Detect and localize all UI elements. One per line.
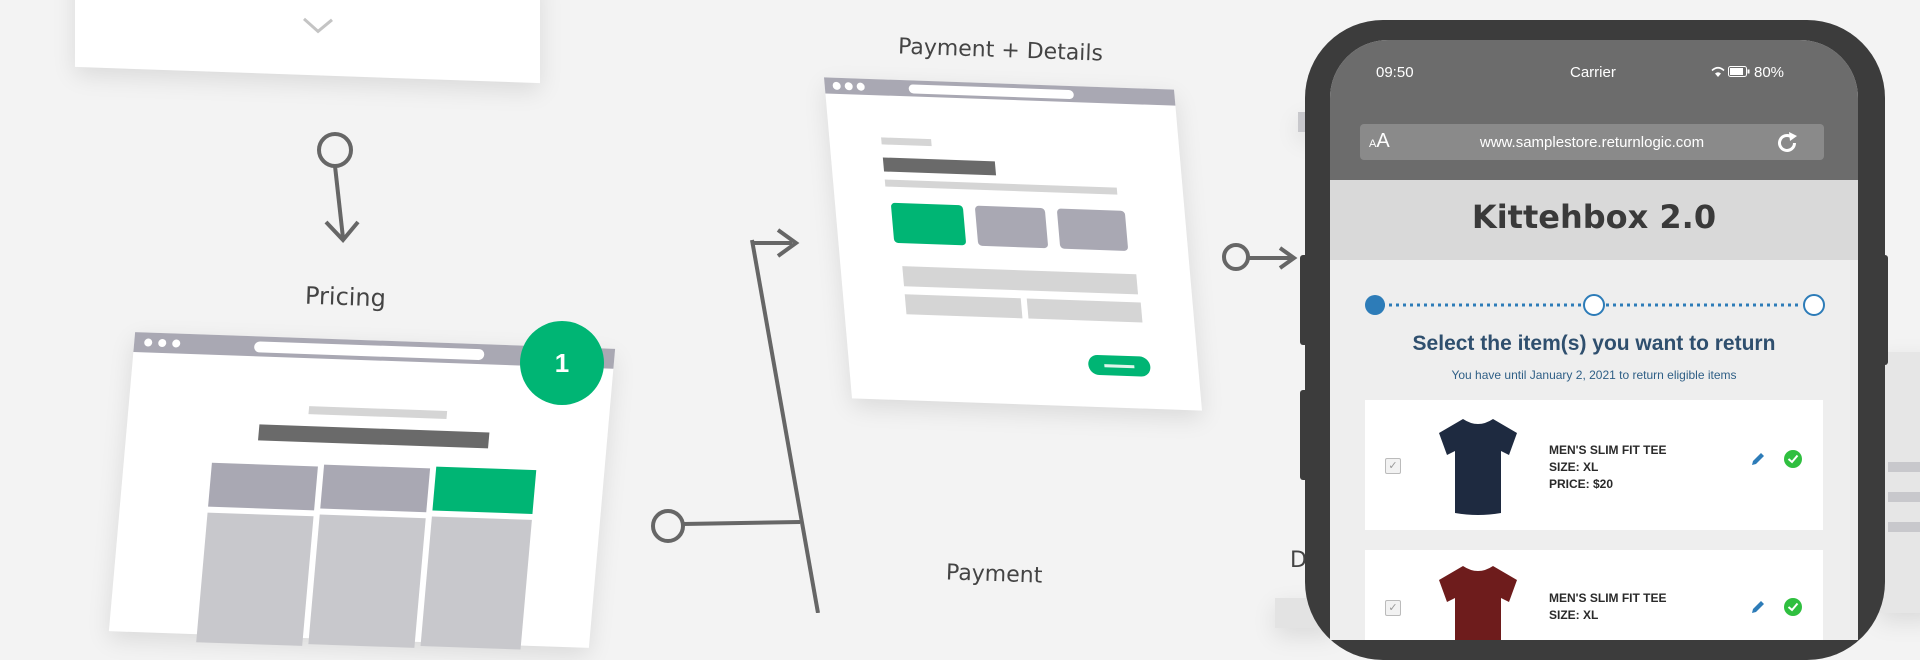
item-checkbox[interactable]: ✓ [1385, 458, 1401, 474]
return-item-card[interactable]: ✓ MEN'S SLIM FIT TEE SIZE: XL PRICE: $20 [1365, 400, 1823, 530]
url-text: www.samplestore.returnlogic.com [1479, 134, 1705, 151]
window-dot [844, 82, 854, 91]
payment-details-wireframe [824, 77, 1202, 411]
item-details: MEN'S SLIM FIT TEE SIZE: XL PRICE: $20 [1549, 442, 1667, 493]
return-heading: Select the item(s) you want to return [1412, 332, 1776, 355]
window-dot [143, 338, 153, 347]
form-field[interactable] [1026, 298, 1143, 323]
step-badge: 1 [520, 321, 604, 405]
option[interactable] [1056, 208, 1129, 252]
placeholder-heading [258, 424, 490, 449]
checkmark-circle-icon [1784, 598, 1802, 616]
return-item-card[interactable]: ✓ MEN'S SLIM FIT TEE SIZE: XL [1365, 550, 1823, 640]
plan-header [320, 464, 431, 513]
battery-icon [1728, 66, 1750, 77]
checkmark-circle-icon [1784, 450, 1802, 468]
wifi-icon [1711, 66, 1725, 77]
submit-button[interactable] [1087, 354, 1152, 377]
plan-header [208, 462, 318, 511]
browser-header: 09:50 Carrier 80% AA www.samplestore.ret… [1330, 40, 1858, 180]
tshirt-image [1439, 566, 1517, 640]
item-checkbox[interactable]: ✓ [1385, 600, 1401, 616]
placeholder-line [881, 137, 932, 147]
plan-body [308, 514, 426, 648]
item-size: SIZE: XL [1549, 460, 1599, 474]
item-name: MEN'S SLIM FIT TEE [1549, 443, 1667, 457]
edit-pencil-icon[interactable] [1749, 598, 1767, 616]
url-bar [908, 84, 1075, 100]
url-bar [253, 341, 485, 361]
phone-side-button [1300, 255, 1308, 345]
placeholder-heading [882, 157, 997, 176]
item-details: MEN'S SLIM FIT TEE SIZE: XL [1549, 590, 1667, 624]
reload-icon[interactable] [1774, 130, 1800, 156]
window-dot [171, 339, 181, 348]
option-selected[interactable] [890, 202, 967, 246]
pricing-title: Pricing [304, 281, 387, 313]
item-price: PRICE: $20 [1549, 477, 1614, 491]
option[interactable] [974, 205, 1049, 249]
tshirt-image [1439, 419, 1517, 515]
phone-side-button [1300, 390, 1308, 480]
edit-pencil-icon[interactable] [1749, 450, 1767, 468]
form-field[interactable] [902, 266, 1139, 295]
return-deadline: You have until January 2, 2021 to return… [1451, 368, 1737, 382]
plan-body [196, 512, 314, 646]
window-dot [832, 81, 842, 90]
payment-title: Payment [945, 560, 1043, 589]
store-title: Kittehbox 2.0 [1471, 198, 1717, 236]
placeholder-line [1888, 492, 1920, 502]
placeholder-line [1888, 522, 1920, 532]
placeholder-line [1888, 462, 1920, 472]
step-badge-number: 1 [554, 348, 570, 378]
status-carrier: Carrier [1570, 64, 1616, 81]
plan-body [420, 516, 532, 650]
phone-screen: 09:50 Carrier 80% AA www.samplestore.ret… [1330, 40, 1858, 640]
window-dot [856, 82, 866, 91]
window-dot [157, 338, 167, 348]
return-progress-bar [1365, 294, 1825, 316]
plan-header-selected[interactable] [432, 466, 537, 514]
placeholder-line [884, 179, 1118, 195]
item-size: SIZE: XL [1549, 608, 1599, 622]
phone-side-button [1880, 255, 1888, 365]
button-label-line [1104, 364, 1135, 369]
placeholder-line [308, 406, 448, 419]
address-bar[interactable]: AA www.samplestore.returnlogic.com [1360, 124, 1824, 160]
status-time: 09:50 [1376, 64, 1414, 81]
form-field[interactable] [904, 294, 1023, 319]
store-header: Kittehbox 2.0 [1330, 180, 1858, 260]
status-battery: 80% [1754, 64, 1785, 81]
item-name: MEN'S SLIM FIT TEE [1549, 591, 1667, 605]
